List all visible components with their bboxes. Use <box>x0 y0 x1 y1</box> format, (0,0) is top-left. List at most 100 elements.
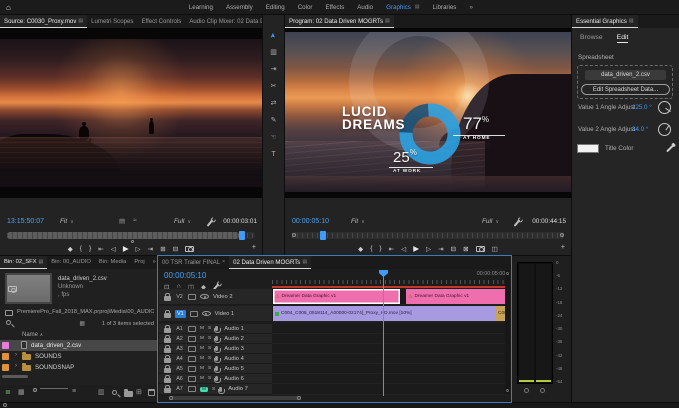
label-color-chip[interactable] <box>2 353 9 360</box>
hand-tool-icon[interactable]: ☜ <box>263 129 284 146</box>
type-tool-icon[interactable]: T <box>263 146 284 163</box>
voiceover-mic-icon[interactable] <box>215 376 218 381</box>
expand-chevron-icon[interactable]: › <box>15 352 17 358</box>
track-lock-icon[interactable] <box>164 338 171 343</box>
track-lock-icon[interactable] <box>164 378 171 383</box>
pen-tool-icon[interactable]: ✎ <box>263 112 284 129</box>
extract-icon[interactable]: ⊠ <box>463 245 469 253</box>
tab-lumetri-scopes[interactable]: Lumetri Scopes <box>87 15 137 28</box>
mute-button-active[interactable]: M <box>200 387 208 392</box>
track-lock-icon[interactable] <box>164 313 171 318</box>
track-target-a1[interactable]: A1 <box>175 326 184 332</box>
slider-track[interactable] <box>40 388 68 389</box>
horizontal-scrollbar[interactable] <box>2 375 28 378</box>
clip-dreamer-data-graphic-1[interactable]: ⚠ Dreamer Data Graphic v1 <box>273 289 400 304</box>
step-forward-icon[interactable]: ▷ <box>426 245 431 253</box>
trash-icon[interactable] <box>148 389 155 396</box>
solo-button[interactable]: S <box>208 376 211 381</box>
track-content-a2[interactable] <box>272 334 505 344</box>
step-back-icon[interactable]: ◁ <box>111 245 116 253</box>
thumbnail-size-slider[interactable] <box>33 388 37 392</box>
comparison-view-icon[interactable]: ◫ <box>492 245 498 253</box>
find-icon[interactable] <box>112 390 117 395</box>
tab-data-driven-mogrts[interactable]: 02 Data Driven MOGRTs ▤ <box>229 256 311 269</box>
track-target-a2[interactable]: A2 <box>175 336 184 342</box>
icon-view-icon[interactable]: ▦ <box>18 388 25 396</box>
source-timecode[interactable]: 13:15:50:07 <box>7 218 44 225</box>
tab-source-monitor[interactable]: Source: C0030_Proxy.mov ▤ <box>0 15 87 28</box>
label-color-chip[interactable] <box>2 364 9 371</box>
view-mode-icon[interactable]: ▦ <box>79 320 85 327</box>
mute-button[interactable]: M <box>200 326 204 331</box>
drag-video-icon[interactable]: ▤ <box>119 217 125 225</box>
sync-lock-icon[interactable] <box>188 386 196 392</box>
workspace-tab-audio[interactable]: Audio <box>357 4 373 11</box>
edit-spreadsheet-data-button[interactable]: Edit Spreadsheet Data... <box>581 84 670 95</box>
solo-button[interactable]: S <box>208 346 211 351</box>
tab-tsr-trailer[interactable]: 00 TSR Trailer FINAL × <box>158 256 229 269</box>
track-content-a4[interactable] <box>272 354 505 364</box>
timeline-timecode[interactable]: 00:00:05:10 <box>164 271 206 280</box>
track-target-a3[interactable]: A3 <box>175 346 184 352</box>
list-view-icon[interactable]: ≣ <box>5 388 11 396</box>
source-playhead[interactable] <box>239 231 245 240</box>
solo-right-button[interactable] <box>540 388 545 393</box>
panel-menu-icon[interactable]: ▤ <box>385 15 390 28</box>
workspace-tab-effects[interactable]: Effects <box>325 4 344 11</box>
tab-bin-proj[interactable]: Proj <box>130 256 148 269</box>
tab-bin-00-audio[interactable]: Bin: 00_AUDIO <box>47 256 95 269</box>
mark-in-icon[interactable]: { <box>370 245 372 252</box>
track-content-a3[interactable] <box>272 344 505 354</box>
solo-button[interactable]: S <box>208 336 211 341</box>
work-area-handle-icon[interactable] <box>560 233 564 237</box>
goto-in-icon[interactable]: ⇤ <box>389 245 395 253</box>
button-editor-plus-icon[interactable]: + <box>561 244 565 251</box>
timeline-vertical-scrollbar[interactable] <box>505 270 510 394</box>
source-resolution-dropdown[interactable]: Full ∨ <box>174 218 191 225</box>
overwrite-icon[interactable]: ⊟ <box>173 245 179 253</box>
timeline-horizontal-scrollbar[interactable] <box>170 396 300 400</box>
title-color-swatch[interactable] <box>577 144 599 153</box>
value2-angle-dial[interactable] <box>658 123 671 136</box>
lift-icon[interactable]: ⊟ <box>451 245 457 253</box>
workspace-tab-assembly[interactable]: Assembly <box>226 4 253 11</box>
workspace-overflow-icon[interactable]: » <box>469 4 473 11</box>
sort-icon[interactable]: ≡ <box>72 388 76 395</box>
work-area-handle-icon[interactable] <box>292 233 296 237</box>
step-forward-icon[interactable]: ▷ <box>136 245 141 253</box>
panel-menu-icon[interactable]: ▤ <box>78 15 83 28</box>
csv-file-button[interactable]: data_driven_2.csv <box>585 70 666 80</box>
track-content-v1[interactable]: C004_C005_0518114_A00000-02174[_Proxy_HD… <box>272 306 505 322</box>
close-icon[interactable]: × <box>222 256 225 269</box>
source-video-preview[interactable] <box>0 39 262 187</box>
value2-angle-value[interactable]: 34.0 ° <box>632 126 648 133</box>
track-content-a5[interactable] <box>272 364 505 374</box>
workspace-tab-learning[interactable]: Learning <box>189 4 213 11</box>
voiceover-mic-icon[interactable] <box>215 366 218 371</box>
mark-out-icon[interactable]: } <box>379 245 381 252</box>
expand-chevron-icon[interactable]: › <box>15 363 17 369</box>
workspace-menu-icon[interactable]: ▤ <box>415 4 420 10</box>
workspace-tab-graphics[interactable]: Graphics <box>386 4 411 11</box>
value1-angle-value[interactable]: 125.0 ° <box>632 104 652 111</box>
play-icon[interactable]: ▶ <box>413 244 419 253</box>
track-target-a5[interactable]: A5 <box>175 366 184 372</box>
tab-edit[interactable]: Edit <box>617 34 629 43</box>
solo-button[interactable]: S <box>208 326 211 331</box>
program-scrubber[interactable] <box>292 231 564 241</box>
track-target-v2[interactable]: V2 <box>175 294 184 300</box>
mute-button[interactable]: M <box>200 356 204 361</box>
voiceover-mic-icon[interactable] <box>215 346 218 351</box>
track-output-eye-icon[interactable] <box>200 294 209 299</box>
sync-lock-icon[interactable] <box>188 326 196 332</box>
track-output-eye-icon[interactable] <box>202 311 211 316</box>
track-target-a4[interactable]: A4 <box>175 356 184 362</box>
track-content-a6[interactable] <box>272 374 505 384</box>
source-fit-dropdown[interactable]: Fit ∨ <box>60 218 74 225</box>
selection-tool-icon[interactable]: ➤ <box>265 25 282 46</box>
clip-dreamer-data-graphic-2[interactable]: ⚠ Dreamer Data Graphic v1 <box>406 289 506 304</box>
panel-menu-icon[interactable]: ▤ <box>302 256 307 269</box>
goto-out-icon[interactable]: ⇥ <box>148 245 154 253</box>
track-target-a7[interactable]: A7 <box>175 386 184 392</box>
list-item-csv[interactable]: data_driven_2.csv <box>0 340 157 351</box>
